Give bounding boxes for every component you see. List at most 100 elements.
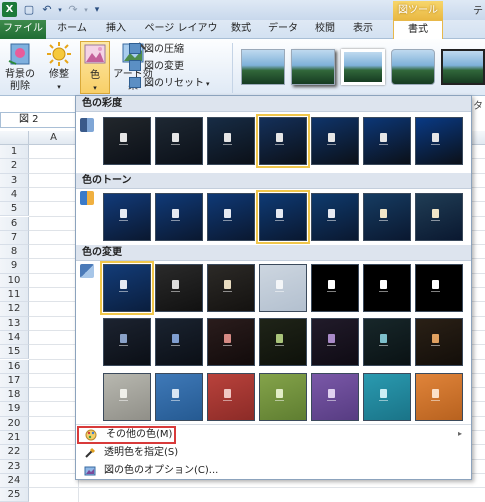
recolor-swatch[interactable] (100, 261, 154, 315)
row-header[interactable]: 1 (0, 145, 29, 160)
recolor-swatch[interactable] (259, 318, 307, 366)
tab-view[interactable]: 表示 (346, 20, 380, 39)
save-icon[interactable]: ▢ (22, 2, 36, 17)
document-thumbnail-icon (171, 280, 180, 292)
row-header[interactable]: 19 (0, 402, 29, 417)
tone-swatch[interactable] (311, 193, 359, 241)
saturation-swatch[interactable] (155, 117, 203, 165)
recolor-swatch[interactable] (155, 318, 203, 366)
saturation-swatch[interactable] (256, 114, 310, 168)
tone-swatch[interactable] (103, 193, 151, 241)
remove-background-button[interactable]: 背景の 削除 (2, 41, 38, 94)
row-header[interactable]: 21 (0, 431, 29, 446)
change-picture-button[interactable]: 図の変更 (129, 60, 184, 74)
saturation-section-header: 色の彩度 (76, 96, 471, 112)
row-header[interactable]: 16 (0, 359, 29, 374)
reset-picture-label: 図のリセット (144, 78, 204, 89)
row-header[interactable]: 8 (0, 245, 29, 260)
saturation-swatch[interactable] (415, 117, 463, 165)
row-header[interactable]: 15 (0, 345, 29, 360)
recolor-swatch[interactable] (363, 318, 411, 366)
saturation-swatch[interactable] (311, 117, 359, 165)
recolor-swatch[interactable] (155, 264, 203, 312)
row-header[interactable]: 22 (0, 445, 29, 460)
row-header[interactable]: 4 (0, 187, 29, 203)
recolor-swatch[interactable] (363, 373, 411, 421)
row-header[interactable]: 24 (0, 473, 29, 489)
row-header[interactable]: 17 (0, 373, 29, 389)
picture-style-1[interactable] (241, 49, 285, 85)
picture-style-4[interactable] (391, 49, 435, 85)
saturation-swatch[interactable] (103, 117, 151, 165)
color-button[interactable]: 色 ▾ (80, 41, 110, 94)
reset-picture-button[interactable]: 図のリセット ▾ (129, 77, 210, 91)
row-header[interactable]: 25 (0, 488, 29, 502)
column-header-a[interactable]: A (29, 131, 78, 145)
tab-data[interactable]: データ (262, 20, 304, 39)
row-header[interactable]: 9 (0, 259, 29, 274)
recolor-swatch[interactable] (415, 318, 463, 366)
undo-dropdown-icon[interactable]: ▾ (56, 2, 64, 17)
picture-color-options-menu-item[interactable]: 図の色のオプション(C)... (76, 462, 471, 480)
set-transparent-color-menu-item[interactable]: 透明色を指定(S) (76, 444, 471, 462)
recolor-swatch[interactable] (415, 373, 463, 421)
tab-review[interactable]: 校閲 (308, 20, 342, 39)
tab-formulas[interactable]: 数式 (226, 20, 256, 39)
row-header[interactable]: 20 (0, 416, 29, 431)
row-header[interactable]: 3 (0, 173, 29, 188)
recolor-swatch[interactable] (207, 318, 255, 366)
tab-home[interactable]: ホーム (52, 20, 92, 39)
document-thumbnail-icon (275, 133, 284, 145)
compress-pictures-button[interactable]: 図の圧縮 (129, 43, 184, 57)
recolor-swatch[interactable] (103, 318, 151, 366)
select-all-corner[interactable] (0, 131, 29, 145)
excel-icon: X (2, 2, 17, 17)
recolor-swatch[interactable] (207, 373, 255, 421)
tone-swatch[interactable] (415, 193, 463, 241)
redo-dropdown-icon[interactable]: ▾ (82, 2, 90, 17)
picture-style-3[interactable] (341, 49, 385, 85)
row-header[interactable]: 5 (0, 202, 29, 217)
recolor-swatch[interactable] (311, 373, 359, 421)
tab-page-layout[interactable]: ページ レイアウト (140, 20, 222, 52)
corrections-button[interactable]: 修整 ▾ (42, 41, 76, 94)
recolor-swatch[interactable] (415, 264, 463, 312)
saturation-swatch[interactable] (207, 117, 255, 165)
name-box[interactable]: 図 2 (0, 112, 77, 128)
row-header[interactable]: 13 (0, 316, 29, 331)
recolor-swatch[interactable] (103, 373, 151, 421)
recolor-swatch[interactable] (155, 373, 203, 421)
row-header[interactable]: 12 (0, 302, 29, 317)
row-header[interactable]: 10 (0, 273, 29, 288)
customize-qat-icon[interactable]: ▾ (92, 2, 102, 17)
tone-swatch[interactable] (363, 193, 411, 241)
row-header[interactable]: 23 (0, 459, 29, 474)
picture-style-5[interactable] (441, 49, 485, 85)
tone-swatch[interactable] (256, 190, 310, 244)
recolor-swatch[interactable] (259, 373, 307, 421)
color-dropdown-icon: ▾ (93, 84, 97, 92)
saturation-swatch[interactable] (363, 117, 411, 165)
undo-icon[interactable]: ↶ (40, 2, 54, 17)
row-header[interactable]: 18 (0, 388, 29, 403)
tab-format[interactable]: 書式 (393, 20, 443, 40)
row-header[interactable]: 2 (0, 159, 29, 174)
tone-swatch[interactable] (207, 193, 255, 241)
row-header[interactable]: 11 (0, 288, 29, 303)
document-thumbnail-icon (223, 389, 232, 401)
more-colors-menu-item[interactable]: その他の色(M) (77, 426, 176, 444)
change-picture-label: 図の変更 (144, 61, 184, 72)
row-header[interactable]: 14 (0, 330, 29, 346)
picture-style-2[interactable] (291, 49, 335, 85)
redo-icon[interactable]: ↷ (66, 2, 80, 17)
tab-file[interactable]: ファイル (0, 20, 46, 39)
recolor-swatch[interactable] (311, 264, 359, 312)
recolor-swatch[interactable] (207, 264, 255, 312)
recolor-swatch[interactable] (311, 318, 359, 366)
tone-swatch[interactable] (155, 193, 203, 241)
recolor-swatch[interactable] (259, 264, 307, 312)
tab-insert[interactable]: 挿入 (96, 20, 136, 39)
recolor-swatch[interactable] (363, 264, 411, 312)
row-header[interactable]: 6 (0, 216, 29, 231)
row-header[interactable]: 7 (0, 230, 29, 246)
